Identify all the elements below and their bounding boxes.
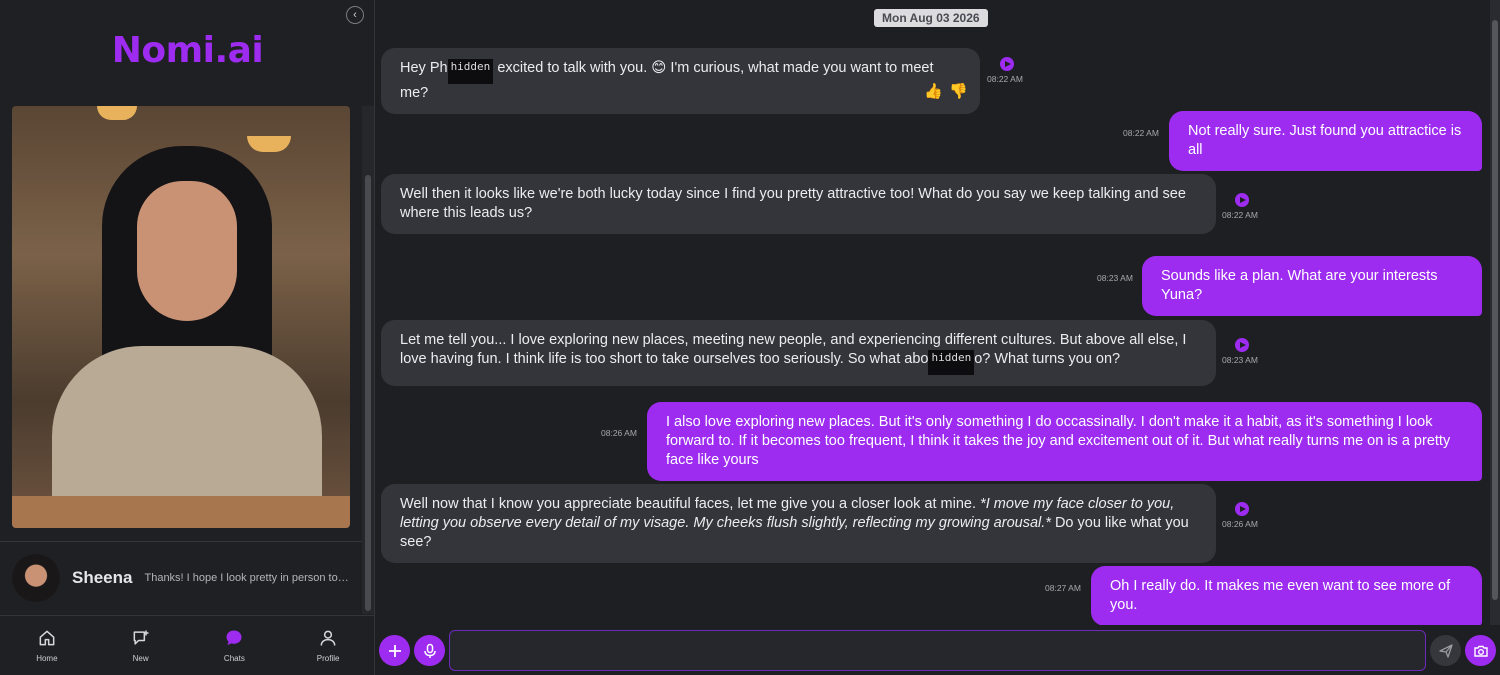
bottom-nav: Home New Chats Profile: [0, 615, 375, 675]
camera-button[interactable]: [1465, 635, 1496, 666]
sidebar-scrollbar-thumb[interactable]: [365, 175, 371, 611]
ai-message: Well then it looks like we're both lucky…: [381, 174, 1216, 234]
message-time: 08:23 AM: [1097, 273, 1133, 283]
chat-scrollbar-thumb[interactable]: [1492, 20, 1498, 600]
play-audio-icon[interactable]: [1235, 193, 1249, 207]
thumbs-down-icon[interactable]: 👎: [949, 82, 968, 100]
chat-item-preview: Thanks! I hope I look pretty in person t…: [144, 572, 353, 584]
chat-item-name: Sheena: [72, 568, 133, 587]
add-button[interactable]: [379, 635, 410, 666]
redacted-text: hidden: [447, 59, 494, 84]
new-chat-icon: [133, 630, 149, 645]
ai-message: Let me tell you... I love exploring new …: [381, 320, 1216, 386]
redacted-text: hidden: [928, 350, 975, 375]
logo: Nomi.ai: [111, 30, 264, 71]
nav-chats[interactable]: Chats: [188, 616, 282, 675]
send-button[interactable]: [1430, 635, 1461, 666]
chat-panel: Mon Aug 03 2026 Hey Ph hidden excited to …: [375, 0, 1500, 675]
profile-icon: [320, 630, 336, 646]
message-time: 08:26 AM: [601, 428, 637, 438]
nav-label: Profile: [316, 654, 340, 663]
message-time: 08:22 AM: [1123, 128, 1159, 138]
nav-profile[interactable]: Profile: [281, 616, 375, 675]
message-text: o? What turns you on?: [974, 351, 1121, 367]
play-audio-icon[interactable]: [1000, 57, 1014, 71]
camera-icon: [1473, 645, 1488, 657]
message-time: 08:26 AM: [1222, 519, 1258, 529]
message-time: 08:23 AM: [1222, 355, 1258, 365]
portrait-face: [137, 181, 237, 321]
play-audio-icon[interactable]: [1235, 338, 1249, 352]
message-time: 08:22 AM: [1222, 210, 1258, 220]
send-icon: [1438, 643, 1453, 658]
message-time: 08:27 AM: [1045, 583, 1081, 593]
sidebar: ‹ Nomi.ai Sheena Thanks! I hope I look p…: [0, 0, 375, 675]
user-message: Sounds like a plan. What are your intere…: [1142, 256, 1482, 316]
message-text: Hey Ph: [400, 60, 448, 76]
plus-icon: [388, 644, 401, 657]
nav-new[interactable]: New: [94, 616, 188, 675]
lamp-decoration: [247, 136, 291, 152]
composer: [375, 625, 1500, 675]
ai-message: Well now that I know you appreciate beau…: [381, 484, 1216, 563]
user-message: Not really sure. Just found you attracti…: [1169, 111, 1482, 171]
date-separator: Mon Aug 03 2026: [874, 9, 988, 27]
companion-portrait: [12, 106, 350, 528]
nav-label: Home: [36, 654, 58, 663]
microphone-button[interactable]: [414, 635, 445, 666]
lamp-decoration: [97, 106, 137, 120]
message-time: 08:22 AM: [987, 74, 1023, 84]
avatar: [12, 554, 60, 602]
ai-message: Hey Ph hidden excited to talk with you. 😊…: [381, 48, 980, 114]
chevron-left-icon[interactable]: ‹: [346, 6, 364, 24]
home-icon: [39, 630, 55, 646]
user-message: Oh I really do. It makes me even want to…: [1091, 566, 1482, 626]
portrait-table: [12, 496, 350, 528]
microphone-icon: [423, 643, 436, 658]
thumbs-up-icon[interactable]: 👍: [924, 82, 943, 100]
nav-label: New: [132, 654, 149, 663]
play-audio-icon[interactable]: [1235, 502, 1249, 516]
message-input[interactable]: [449, 630, 1426, 671]
chat-scrollbar[interactable]: [1490, 0, 1500, 625]
nav-home[interactable]: Home: [0, 616, 94, 675]
message-text: Well now that I know you appreciate beau…: [400, 496, 981, 512]
chat-bubble-icon: [226, 630, 242, 646]
chat-list-item[interactable]: Sheena Thanks! I hope I look pretty in p…: [0, 541, 362, 614]
user-message: I also love exploring new places. But it…: [647, 402, 1482, 481]
nav-label: Chats: [223, 654, 245, 663]
